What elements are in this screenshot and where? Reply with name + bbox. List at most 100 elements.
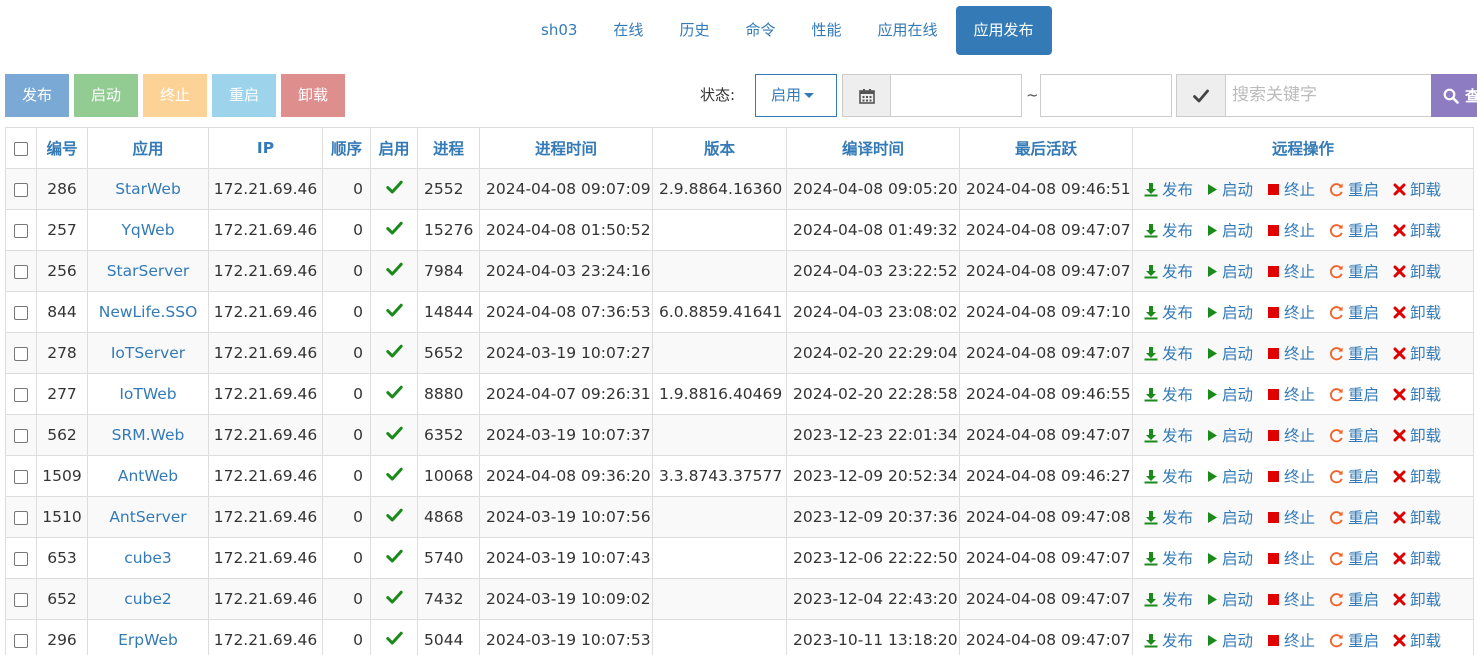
row-restart-link[interactable]: 重启 bbox=[1329, 219, 1379, 241]
tab-performance[interactable]: 性能 bbox=[793, 6, 859, 55]
tab-command[interactable]: 命令 bbox=[727, 6, 793, 55]
cell-app-link[interactable]: IoTServer bbox=[87, 332, 209, 374]
tab-node[interactable]: sh03 bbox=[523, 6, 595, 55]
row-checkbox[interactable] bbox=[14, 551, 28, 566]
start-button[interactable]: 启动 bbox=[74, 74, 138, 117]
row-restart-link[interactable]: 重启 bbox=[1329, 178, 1379, 200]
row-publish-link[interactable]: 发布 bbox=[1144, 588, 1193, 610]
cell-app-link[interactable]: YqWeb bbox=[87, 209, 209, 251]
row-publish-link[interactable]: 发布 bbox=[1144, 342, 1193, 364]
row-checkbox[interactable] bbox=[14, 633, 28, 648]
tab-online[interactable]: 在线 bbox=[595, 6, 661, 55]
row-restart-link[interactable]: 重启 bbox=[1329, 424, 1379, 446]
header-pid[interactable]: 进程 bbox=[417, 127, 480, 169]
row-checkbox[interactable] bbox=[14, 264, 28, 279]
row-checkbox[interactable] bbox=[14, 223, 28, 238]
row-restart-link[interactable]: 重启 bbox=[1329, 342, 1379, 364]
row-start-link[interactable]: 启动 bbox=[1207, 629, 1253, 651]
tab-history[interactable]: 历史 bbox=[661, 6, 727, 55]
row-stop-link[interactable]: 终止 bbox=[1267, 383, 1315, 405]
header-id[interactable]: 编号 bbox=[36, 127, 88, 169]
header-enabled[interactable]: 启用 bbox=[370, 127, 418, 169]
row-publish-link[interactable]: 发布 bbox=[1144, 301, 1193, 323]
row-stop-link[interactable]: 终止 bbox=[1267, 260, 1315, 282]
row-start-link[interactable]: 启动 bbox=[1207, 588, 1253, 610]
cell-app-link[interactable]: cube2 bbox=[87, 578, 209, 620]
row-uninstall-link[interactable]: 卸载 bbox=[1393, 588, 1441, 610]
row-publish-link[interactable]: 发布 bbox=[1144, 506, 1193, 528]
row-restart-link[interactable]: 重启 bbox=[1329, 506, 1379, 528]
restart-button[interactable]: 重启 bbox=[212, 74, 276, 117]
row-start-link[interactable]: 启动 bbox=[1207, 383, 1253, 405]
publish-button[interactable]: 发布 bbox=[5, 74, 69, 117]
search-button[interactable]: 查 bbox=[1431, 74, 1477, 117]
row-uninstall-link[interactable]: 卸载 bbox=[1393, 260, 1441, 282]
row-checkbox[interactable] bbox=[14, 387, 28, 402]
row-start-link[interactable]: 启动 bbox=[1207, 465, 1253, 487]
row-restart-link[interactable]: 重启 bbox=[1329, 383, 1379, 405]
row-stop-link[interactable]: 终止 bbox=[1267, 506, 1315, 528]
cell-app-link[interactable]: SRM.Web bbox=[87, 414, 209, 456]
row-stop-link[interactable]: 终止 bbox=[1267, 465, 1315, 487]
header-version[interactable]: 版本 bbox=[652, 127, 787, 169]
row-publish-link[interactable]: 发布 bbox=[1144, 383, 1193, 405]
cell-app-link[interactable]: cube3 bbox=[87, 537, 209, 579]
row-uninstall-link[interactable]: 卸载 bbox=[1393, 219, 1441, 241]
row-checkbox[interactable] bbox=[14, 469, 28, 484]
row-stop-link[interactable]: 终止 bbox=[1267, 301, 1315, 323]
row-restart-link[interactable]: 重启 bbox=[1329, 629, 1379, 651]
row-checkbox[interactable] bbox=[14, 182, 28, 197]
row-uninstall-link[interactable]: 卸载 bbox=[1393, 424, 1441, 446]
cell-app-link[interactable]: AntServer bbox=[87, 496, 209, 538]
stop-button[interactable]: 终止 bbox=[143, 74, 207, 117]
cell-app-link[interactable]: NewLife.SSO bbox=[87, 291, 209, 333]
row-start-link[interactable]: 启动 bbox=[1207, 219, 1253, 241]
row-uninstall-link[interactable]: 卸载 bbox=[1393, 301, 1441, 323]
tab-app-deploy[interactable]: 应用发布 bbox=[955, 6, 1052, 55]
row-checkbox[interactable] bbox=[14, 346, 28, 361]
row-restart-link[interactable]: 重启 bbox=[1329, 260, 1379, 282]
row-checkbox[interactable] bbox=[14, 592, 28, 607]
row-start-link[interactable]: 启动 bbox=[1207, 178, 1253, 200]
header-app[interactable]: 应用 bbox=[87, 127, 209, 169]
row-publish-link[interactable]: 发布 bbox=[1144, 424, 1193, 446]
row-publish-link[interactable]: 发布 bbox=[1144, 465, 1193, 487]
row-uninstall-link[interactable]: 卸载 bbox=[1393, 342, 1441, 364]
row-checkbox[interactable] bbox=[14, 428, 28, 443]
row-uninstall-link[interactable]: 卸载 bbox=[1393, 178, 1441, 200]
date-from-input[interactable] bbox=[890, 74, 1022, 117]
uninstall-button[interactable]: 卸载 bbox=[281, 74, 345, 117]
row-uninstall-link[interactable]: 卸载 bbox=[1393, 383, 1441, 405]
row-restart-link[interactable]: 重启 bbox=[1329, 588, 1379, 610]
row-restart-link[interactable]: 重启 bbox=[1329, 301, 1379, 323]
row-uninstall-link[interactable]: 卸载 bbox=[1393, 506, 1441, 528]
row-uninstall-link[interactable]: 卸载 bbox=[1393, 629, 1441, 651]
date-to-input[interactable] bbox=[1040, 74, 1172, 117]
cell-app-link[interactable]: StarWeb bbox=[87, 168, 209, 210]
row-uninstall-link[interactable]: 卸载 bbox=[1393, 465, 1441, 487]
cell-app-link[interactable]: AntWeb bbox=[87, 455, 209, 497]
row-start-link[interactable]: 启动 bbox=[1207, 260, 1253, 282]
row-start-link[interactable]: 启动 bbox=[1207, 547, 1253, 569]
row-stop-link[interactable]: 终止 bbox=[1267, 588, 1315, 610]
row-stop-link[interactable]: 终止 bbox=[1267, 629, 1315, 651]
cell-app-link[interactable]: StarServer bbox=[87, 250, 209, 292]
row-publish-link[interactable]: 发布 bbox=[1144, 629, 1193, 651]
row-publish-link[interactable]: 发布 bbox=[1144, 219, 1193, 241]
cell-app-link[interactable]: IoTWeb bbox=[87, 373, 209, 415]
cell-app-link[interactable]: ErpWeb bbox=[87, 619, 209, 655]
header-order[interactable]: 顺序 bbox=[322, 127, 371, 169]
row-stop-link[interactable]: 终止 bbox=[1267, 424, 1315, 446]
row-publish-link[interactable]: 发布 bbox=[1144, 547, 1193, 569]
status-select[interactable]: 启用 bbox=[755, 74, 837, 117]
row-restart-link[interactable]: 重启 bbox=[1329, 465, 1379, 487]
header-ip[interactable]: IP bbox=[208, 127, 323, 169]
row-stop-link[interactable]: 终止 bbox=[1267, 219, 1315, 241]
header-process-time[interactable]: 进程时间 bbox=[479, 127, 653, 169]
row-start-link[interactable]: 启动 bbox=[1207, 506, 1253, 528]
row-stop-link[interactable]: 终止 bbox=[1267, 342, 1315, 364]
row-stop-link[interactable]: 终止 bbox=[1267, 547, 1315, 569]
header-last-active[interactable]: 最后活跃 bbox=[959, 127, 1133, 169]
row-checkbox[interactable] bbox=[14, 305, 28, 320]
row-uninstall-link[interactable]: 卸载 bbox=[1393, 547, 1441, 569]
